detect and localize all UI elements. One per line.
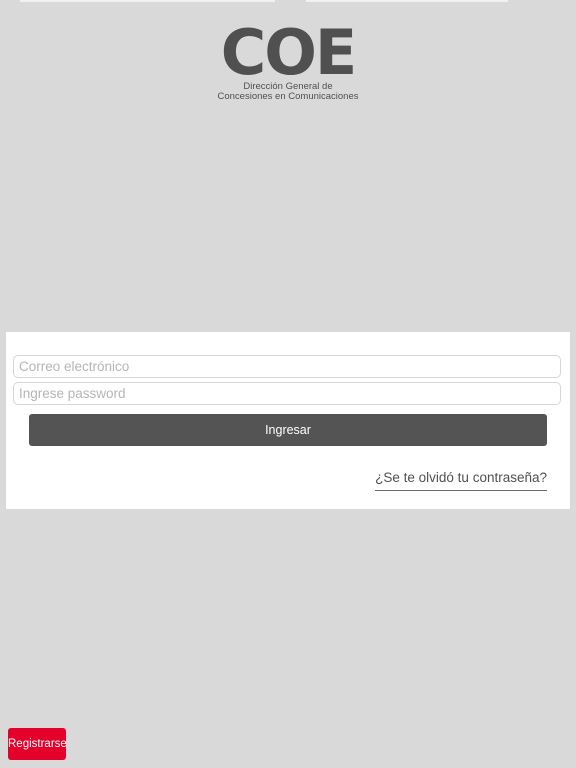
logo-subtitle-line2: Concesiones en Comunicaciones bbox=[217, 91, 359, 102]
status-strip-left bbox=[20, 0, 275, 2]
login-button[interactable]: Ingresar bbox=[29, 414, 547, 446]
password-input[interactable] bbox=[13, 382, 561, 405]
logo-mark: COE bbox=[220, 16, 358, 89]
coe-logo: COE Dirección General de Concesiones en … bbox=[0, 16, 576, 102]
register-button[interactable]: Registrarse bbox=[8, 728, 66, 760]
status-strip-right bbox=[306, 0, 508, 2]
login-panel: Ingresar ¿Se te olvidó tu contraseña? bbox=[6, 332, 570, 509]
forgot-password-link[interactable]: ¿Se te olvidó tu contraseña? bbox=[375, 469, 547, 491]
email-input[interactable] bbox=[13, 355, 561, 378]
